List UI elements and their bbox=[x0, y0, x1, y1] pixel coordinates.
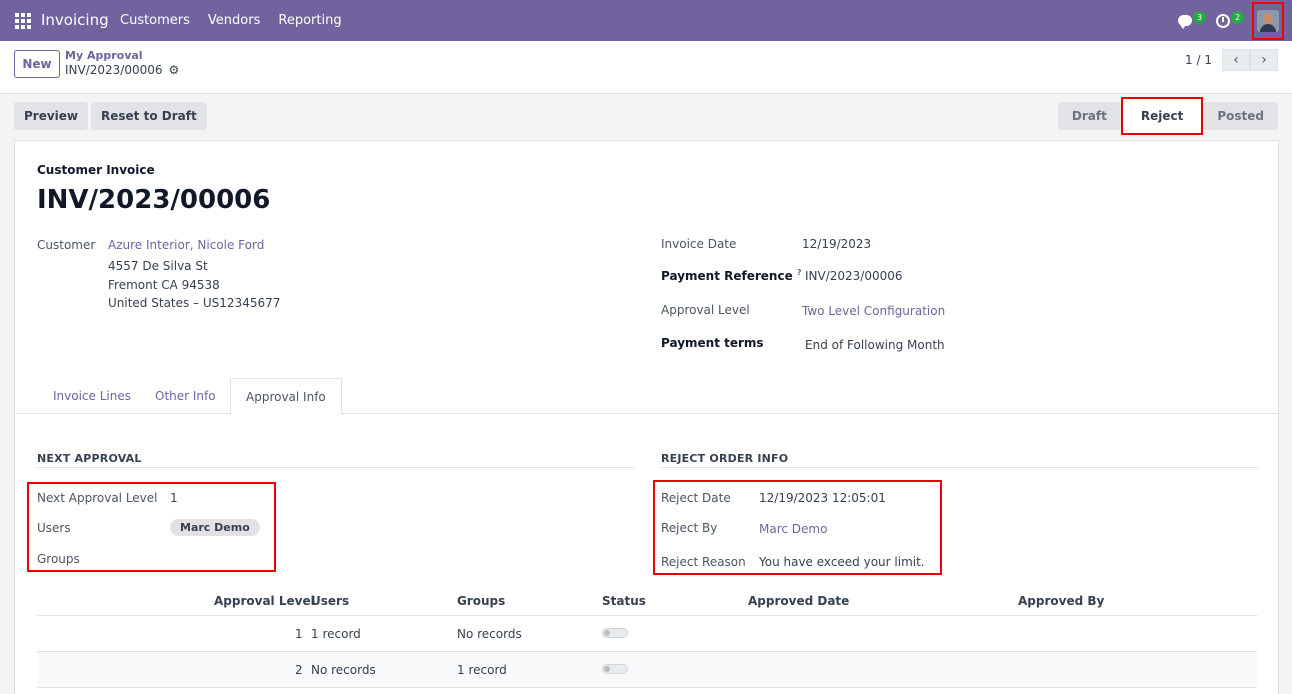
payment-reference-label: Payment Reference ? bbox=[661, 268, 802, 283]
next-approval-groups-label: Groups bbox=[37, 552, 80, 566]
statusbar: Draft Reject Posted bbox=[1057, 97, 1278, 135]
notebook-tabs: Invoice Lines Other Info Approval Info bbox=[15, 378, 1278, 415]
next-approval-users-label: Users bbox=[37, 521, 71, 535]
stage-reject[interactable]: Reject bbox=[1120, 97, 1204, 135]
chevron-left-icon: ‹ bbox=[1233, 52, 1239, 68]
table-row[interactable]: 2 No records 1 record bbox=[37, 652, 1257, 688]
form-sheet: Customer Invoice INV/2023/00006 Customer… bbox=[14, 140, 1279, 694]
menu-reporting[interactable]: Reporting bbox=[278, 13, 341, 28]
status-toggle[interactable] bbox=[602, 628, 628, 638]
main-menu: Customers Vendors Reporting bbox=[120, 13, 342, 28]
breadcrumb-current: INV/2023/00006 bbox=[65, 63, 163, 77]
column-status[interactable]: Status bbox=[602, 594, 646, 608]
cell-groups: No records bbox=[457, 627, 522, 641]
messaging-menu[interactable]: 3 bbox=[1176, 9, 1206, 33]
customer-label: Customer bbox=[37, 238, 96, 252]
top-navbar: Invoicing Customers Vendors Reporting 3 … bbox=[0, 0, 1292, 41]
action-buttons: Preview Reset to Draft bbox=[14, 102, 207, 130]
user-tag[interactable]: Marc Demo bbox=[170, 519, 260, 536]
chat-count-badge: 3 bbox=[1193, 10, 1206, 24]
reject-reason-label: Reject Reason bbox=[661, 555, 746, 569]
column-approved-by[interactable]: Approved By bbox=[1018, 594, 1104, 608]
cell-users: No records bbox=[311, 663, 376, 677]
activity-count-badge: 2 bbox=[1231, 10, 1244, 24]
user-menu[interactable] bbox=[1252, 1, 1284, 40]
payment-reference-label-text: Payment Reference bbox=[661, 269, 793, 283]
approval-table-header: Approval Level Users Groups Status Appro… bbox=[37, 586, 1257, 616]
help-icon[interactable]: ? bbox=[797, 268, 802, 277]
status-toggle[interactable] bbox=[602, 664, 628, 674]
systray: 3 2 bbox=[1176, 0, 1292, 41]
page-title: INV/2023/00006 bbox=[37, 185, 271, 215]
table-row[interactable]: 1 1 record No records bbox=[37, 616, 1257, 652]
reject-by-label: Reject By bbox=[661, 521, 718, 535]
pager-next-button[interactable]: › bbox=[1250, 49, 1278, 71]
preview-button[interactable]: Preview bbox=[14, 102, 89, 130]
approval-level-label: Approval Level bbox=[661, 303, 750, 317]
divider bbox=[37, 467, 634, 468]
invoice-date-value[interactable]: 12/19/2023 bbox=[802, 237, 871, 251]
tab-approval-info[interactable]: Approval Info bbox=[230, 378, 342, 415]
menu-vendors[interactable]: Vendors bbox=[208, 13, 260, 28]
divider bbox=[661, 467, 1258, 468]
column-approval-level[interactable]: Approval Level bbox=[214, 594, 315, 608]
new-button[interactable]: New bbox=[14, 50, 60, 78]
next-approval-level-value: 1 bbox=[170, 491, 178, 505]
reject-reason-value: You have exceed your limit. bbox=[759, 555, 925, 569]
pager-previous-button[interactable]: ‹ bbox=[1222, 49, 1250, 71]
customer-address-line3: United States – US12345677 bbox=[108, 296, 281, 310]
customer-address-line1: 4557 De Silva St bbox=[108, 259, 208, 273]
tab-invoice-lines[interactable]: Invoice Lines bbox=[38, 378, 146, 414]
approval-level-link[interactable]: Two Level Configuration bbox=[802, 304, 945, 318]
reject-info-title: REJECT ORDER INFO bbox=[661, 452, 789, 465]
cell-groups: 1 record bbox=[457, 663, 507, 677]
chevron-right-icon: › bbox=[1261, 52, 1267, 68]
next-approval-level-label: Next Approval Level bbox=[37, 491, 158, 505]
stage-posted[interactable]: Posted bbox=[1203, 102, 1278, 130]
menu-customers[interactable]: Customers bbox=[120, 13, 190, 28]
pager-buttons: ‹ › bbox=[1222, 49, 1278, 71]
reject-by-link[interactable]: Marc Demo bbox=[759, 522, 827, 536]
stage-draft[interactable]: Draft bbox=[1057, 102, 1121, 130]
reject-date-value: 12/19/2023 12:05:01 bbox=[759, 491, 886, 505]
activity-menu[interactable]: 2 bbox=[1214, 9, 1244, 33]
breadcrumb: INV/2023/00006 ⚙ bbox=[65, 63, 179, 77]
invoice-date-label: Invoice Date bbox=[661, 237, 737, 251]
reset-to-draft-button[interactable]: Reset to Draft bbox=[91, 102, 207, 130]
next-approval-title: NEXT APPROVAL bbox=[37, 452, 142, 465]
column-users[interactable]: Users bbox=[311, 594, 349, 608]
payment-terms-label: Payment terms bbox=[661, 336, 764, 350]
cell-level: 2 bbox=[295, 663, 303, 677]
column-groups[interactable]: Groups bbox=[457, 594, 505, 608]
customer-address-line2: Fremont CA 94538 bbox=[108, 278, 220, 292]
payment-reference-value[interactable]: INV/2023/00006 bbox=[805, 269, 903, 283]
control-panel: New My Approval INV/2023/00006 ⚙ 1 / 1 ‹… bbox=[0, 41, 1292, 94]
breadcrumb-parent[interactable]: My Approval bbox=[65, 49, 143, 62]
avatar bbox=[1257, 9, 1279, 32]
document-type: Customer Invoice bbox=[37, 163, 155, 177]
app-name[interactable]: Invoicing bbox=[41, 11, 109, 29]
customer-name-link[interactable]: Azure Interior, Nicole Ford bbox=[108, 238, 264, 252]
tab-other-info[interactable]: Other Info bbox=[140, 378, 231, 414]
payment-terms-value[interactable]: End of Following Month bbox=[805, 338, 945, 352]
reject-date-label: Reject Date bbox=[661, 491, 731, 505]
pager-value[interactable]: 1 / 1 bbox=[1185, 53, 1212, 67]
column-approved-date[interactable]: Approved Date bbox=[748, 594, 849, 608]
cell-level: 1 bbox=[295, 627, 303, 641]
clock-icon bbox=[1216, 13, 1230, 28]
app-grid-icon[interactable] bbox=[15, 13, 31, 29]
cell-users: 1 record bbox=[311, 627, 361, 641]
chat-icon bbox=[1178, 14, 1192, 29]
gear-icon[interactable]: ⚙ bbox=[169, 63, 180, 77]
